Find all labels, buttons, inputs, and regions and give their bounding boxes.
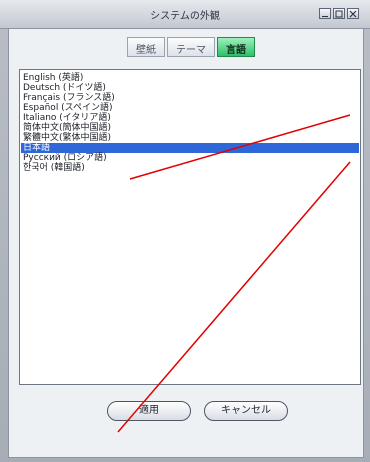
annotation-overlay	[117, 114, 351, 433]
annotation-line-1	[129, 114, 351, 180]
annotation-line-2	[117, 161, 351, 433]
